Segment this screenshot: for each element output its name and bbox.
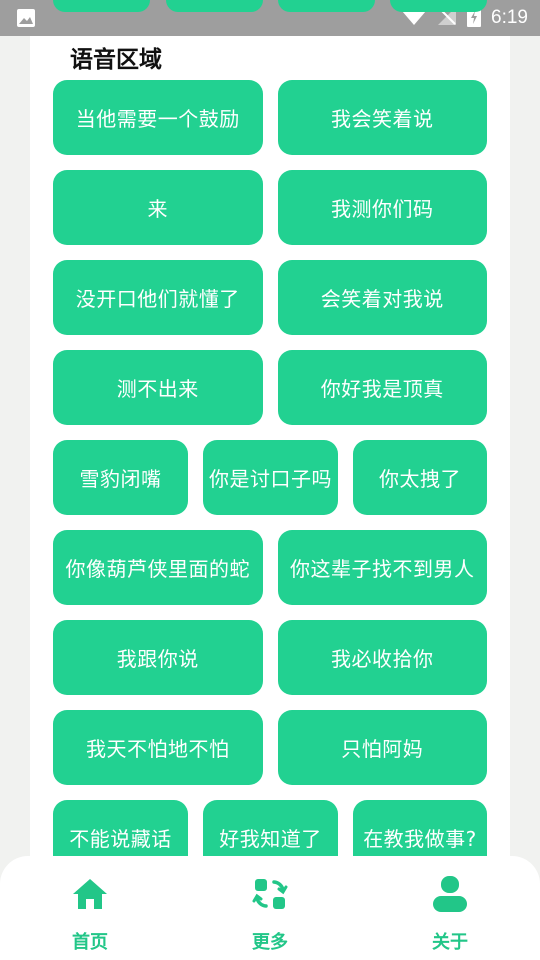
button-row: 我天不怕地不怕 只怕阿妈 [53,710,487,785]
section-title: 语音区域 [70,47,162,73]
sound-button[interactable]: 你好我是顶真 [277,350,487,425]
sound-button[interactable]: 你像葫芦侠里面的蛇 [53,530,263,605]
button-row: 你像葫芦侠里面的蛇 你这辈子找不到男人 [53,530,487,605]
sound-button[interactable]: 我会笑着说 [277,80,487,155]
button-row: 没开口他们就懂了 会笑着对我说 [53,260,487,335]
nav-label-more: 更多 [252,932,288,953]
refresh-icon [210,874,330,914]
sound-button[interactable]: 你是讨口子吗 [203,440,338,515]
sound-button[interactable]: 你太拽了 [353,440,487,515]
button-row: 来 我测你们码 [53,170,487,245]
sound-button[interactable]: 会笑着对我说 [277,260,487,335]
image-icon [16,8,36,32]
sound-button[interactable]: 当他需要一个鼓励 [53,80,263,155]
sound-button[interactable]: 我天不怕地不怕 [53,710,263,785]
peek-button[interactable] [278,0,375,12]
nav-label-about: 关于 [432,932,468,953]
user-icon [390,874,510,914]
sound-button[interactable]: 来 [53,170,263,245]
sound-button[interactable]: 我必收拾你 [277,620,487,695]
button-row: 当他需要一个鼓励 我会笑着说 [53,80,487,155]
scrolled-buttons-peek [53,0,487,12]
bottom-nav: 首页 更多 关于 [0,856,540,960]
status-time: 6:19 [491,7,528,28]
voice-section-card: 语音区域 当他需要一个鼓励 我会笑着说 来 我测你们码 没开口他们就懂了 会笑着… [30,36,510,875]
peek-button[interactable] [166,0,263,12]
sound-button[interactable]: 只怕阿妈 [277,710,487,785]
peek-button[interactable] [390,0,487,12]
nav-item-more[interactable]: 更多 [210,874,330,954]
sound-button[interactable]: 测不出来 [53,350,263,425]
button-row: 测不出来 你好我是顶真 [53,350,487,425]
button-row: 雪豹闭嘴 你是讨口子吗 你太拽了 [53,440,487,515]
button-row: 我跟你说 我必收拾你 [53,620,487,695]
sound-button[interactable]: 我跟你说 [53,620,263,695]
peek-button[interactable] [53,0,150,12]
sound-button[interactable]: 雪豹闭嘴 [53,440,188,515]
nav-item-about[interactable]: 关于 [390,874,510,954]
home-icon [30,874,150,914]
sound-button[interactable]: 没开口他们就懂了 [53,260,263,335]
nav-label-home: 首页 [72,932,108,953]
sound-button[interactable]: 我测你们码 [277,170,487,245]
nav-item-home[interactable]: 首页 [30,874,150,954]
sound-button[interactable]: 你这辈子找不到男人 [277,530,487,605]
